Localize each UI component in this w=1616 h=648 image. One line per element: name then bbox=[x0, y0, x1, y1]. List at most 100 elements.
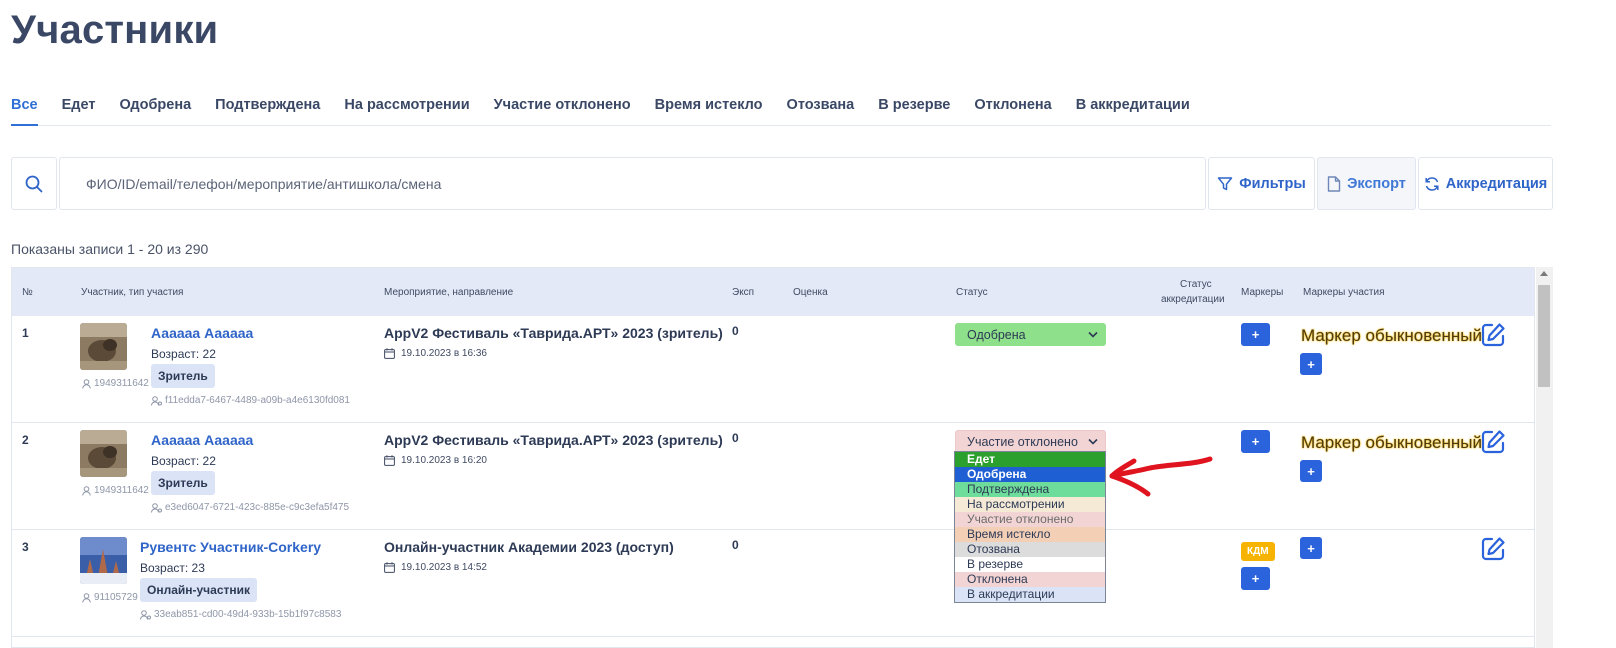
participant-age: Возраст: 22 bbox=[151, 347, 216, 361]
search-icon bbox=[25, 175, 43, 192]
status-option[interactable]: Одобрена bbox=[955, 467, 1105, 482]
participant-id: 1949311642 bbox=[82, 485, 149, 496]
export-button[interactable]: Экспорт bbox=[1317, 157, 1416, 210]
participation-marker: Маркер обыкновенный bbox=[1301, 326, 1482, 345]
event-name: AppV2 Фестиваль «Таврида.АРТ» 2023 (зрит… bbox=[384, 432, 723, 448]
add-participation-marker-button[interactable]: + bbox=[1300, 460, 1322, 482]
participation-type-badge: Онлайн-участник bbox=[140, 578, 257, 602]
user-link-icon bbox=[151, 502, 162, 513]
exp-value: 0 bbox=[732, 431, 739, 445]
table-row: 3 91105729 Рувентс Участник-Corkery Возр… bbox=[12, 530, 1534, 637]
header-participant: Участник, тип участия bbox=[81, 287, 184, 298]
event-date: 19.10.2023 в 14:52 bbox=[384, 562, 487, 573]
add-participation-marker-button[interactable]: + bbox=[1300, 537, 1322, 559]
add-marker-button[interactable]: + bbox=[1241, 567, 1270, 590]
status-option[interactable]: Время истекло bbox=[955, 527, 1105, 542]
kdm-marker-badge: КДМ bbox=[1241, 542, 1275, 561]
status-select[interactable]: Одобрена bbox=[955, 323, 1106, 346]
header-accreditation-line1: Статус bbox=[1180, 279, 1212, 290]
status-option[interactable]: Участие отклонено bbox=[955, 512, 1105, 527]
row-number: 3 bbox=[22, 540, 29, 554]
tab-approved[interactable]: Одобрена bbox=[119, 92, 191, 126]
user-icon bbox=[82, 378, 91, 389]
participant-name-link[interactable]: Аааааа Аааааа bbox=[151, 325, 253, 341]
header-accreditation-line2: аккредитации bbox=[1161, 294, 1225, 305]
event-date: 19.10.2023 в 16:36 bbox=[384, 348, 487, 359]
participant-age: Возраст: 22 bbox=[151, 454, 216, 468]
refresh-icon bbox=[1425, 176, 1439, 191]
filter-icon bbox=[1218, 176, 1233, 190]
edit-icon bbox=[1481, 430, 1505, 454]
exp-value: 0 bbox=[732, 324, 739, 338]
page-title: Участники bbox=[11, 8, 219, 52]
participation-uuid: 33eab851-cd00-49d4-933b-15b1f97c8583 bbox=[140, 609, 341, 620]
header-participation-markers: Маркеры участия bbox=[1303, 287, 1385, 298]
red-arrow-annotation-icon bbox=[1109, 456, 1213, 497]
add-marker-button[interactable]: + bbox=[1241, 430, 1270, 453]
table-row: 2 1949311642 Аааааа Аааааа Возраст: 22 З… bbox=[12, 423, 1534, 530]
scroll-up-arrow-icon[interactable] bbox=[1540, 271, 1548, 276]
status-value: Участие отклонено bbox=[967, 434, 1078, 449]
edit-icon bbox=[1481, 537, 1505, 561]
status-option[interactable]: На рассмотрении bbox=[955, 497, 1105, 512]
participants-table: № Участник, тип участия Мероприятие, нап… bbox=[11, 267, 1535, 648]
accreditation-button[interactable]: Аккредитация bbox=[1418, 157, 1553, 210]
avatar[interactable] bbox=[80, 323, 127, 370]
row-number: 1 bbox=[22, 326, 29, 340]
status-option[interactable]: Едет bbox=[955, 452, 1105, 467]
tab-under-review[interactable]: На рассмотрении bbox=[344, 92, 469, 126]
edit-button[interactable] bbox=[1480, 322, 1506, 353]
participant-name-link[interactable]: Аааааа Аааааа bbox=[151, 432, 253, 448]
status-option[interactable]: Подтверждена bbox=[955, 482, 1105, 497]
add-participation-marker-button[interactable]: + bbox=[1300, 353, 1322, 375]
header-score: Оценка bbox=[793, 287, 828, 298]
event-name: AppV2 Фестиваль «Таврида.АРТ» 2023 (зрит… bbox=[384, 325, 723, 341]
status-option[interactable]: В резерве bbox=[955, 557, 1105, 572]
tab-withdrawn[interactable]: Отозвана bbox=[787, 92, 855, 126]
add-marker-button[interactable]: + bbox=[1241, 323, 1270, 346]
status-value: Одобрена bbox=[967, 327, 1026, 342]
user-link-icon bbox=[140, 609, 151, 620]
participation-uuid: e3ed6047-6721-423c-885e-c9c3efa5f475 bbox=[151, 502, 349, 513]
tab-rejected[interactable]: Отклонена bbox=[974, 92, 1051, 126]
chevron-down-icon bbox=[1088, 331, 1098, 338]
event-name: Онлайн-участник Академии 2023 (доступ) bbox=[384, 539, 674, 555]
tab-participation-declined[interactable]: Участие отклонено bbox=[494, 92, 631, 126]
tab-accreditation[interactable]: В аккредитации bbox=[1076, 92, 1190, 126]
row-number: 2 bbox=[22, 433, 29, 447]
search-button[interactable] bbox=[11, 157, 57, 210]
header-num: № bbox=[22, 287, 33, 298]
status-option[interactable]: В аккредитации bbox=[955, 587, 1105, 602]
edit-icon bbox=[1481, 323, 1505, 347]
participant-name-link[interactable]: Рувентс Участник-Corkery bbox=[140, 539, 321, 555]
filters-button[interactable]: Фильтры bbox=[1208, 157, 1315, 210]
edit-button[interactable] bbox=[1480, 429, 1506, 460]
records-count: Показаны записи 1 - 20 из 290 bbox=[11, 241, 209, 257]
scrollbar-thumb[interactable] bbox=[1538, 285, 1550, 387]
event-date: 19.10.2023 в 16:20 bbox=[384, 455, 487, 466]
scrollbar[interactable] bbox=[1536, 267, 1553, 648]
chevron-down-icon bbox=[1088, 438, 1098, 445]
tab-confirmed[interactable]: Подтверждена bbox=[215, 92, 320, 126]
status-dropdown-list: Едет Одобрена Подтверждена На рассмотрении У… bbox=[954, 451, 1106, 603]
header-markers: Маркеры bbox=[1241, 287, 1284, 298]
avatar[interactable] bbox=[80, 537, 127, 584]
status-option[interactable]: Отклонена bbox=[955, 572, 1105, 587]
search-input[interactable] bbox=[59, 157, 1206, 210]
status-option[interactable]: Отозвана bbox=[955, 542, 1105, 557]
user-icon bbox=[82, 592, 91, 603]
status-select[interactable]: Участие отклонено bbox=[955, 430, 1106, 453]
header-event: Мероприятие, направление bbox=[384, 287, 514, 298]
tab-reserve[interactable]: В резерве bbox=[878, 92, 950, 126]
avatar[interactable] bbox=[80, 430, 127, 477]
calendar-icon bbox=[384, 455, 395, 466]
tab-going[interactable]: Едет bbox=[62, 92, 96, 126]
accreditation-label: Аккредитация bbox=[1445, 175, 1548, 192]
edit-button[interactable] bbox=[1480, 536, 1506, 567]
filters-label: Фильтры bbox=[1239, 175, 1306, 192]
participation-uuid: f11edda7-6467-4489-a09b-a4e6130fd081 bbox=[151, 395, 350, 406]
tab-all[interactable]: Все bbox=[11, 92, 38, 126]
participation-type-badge: Зритель bbox=[151, 471, 215, 495]
tab-expired[interactable]: Время истекло bbox=[655, 92, 763, 126]
export-label: Экспорт bbox=[1347, 175, 1406, 192]
